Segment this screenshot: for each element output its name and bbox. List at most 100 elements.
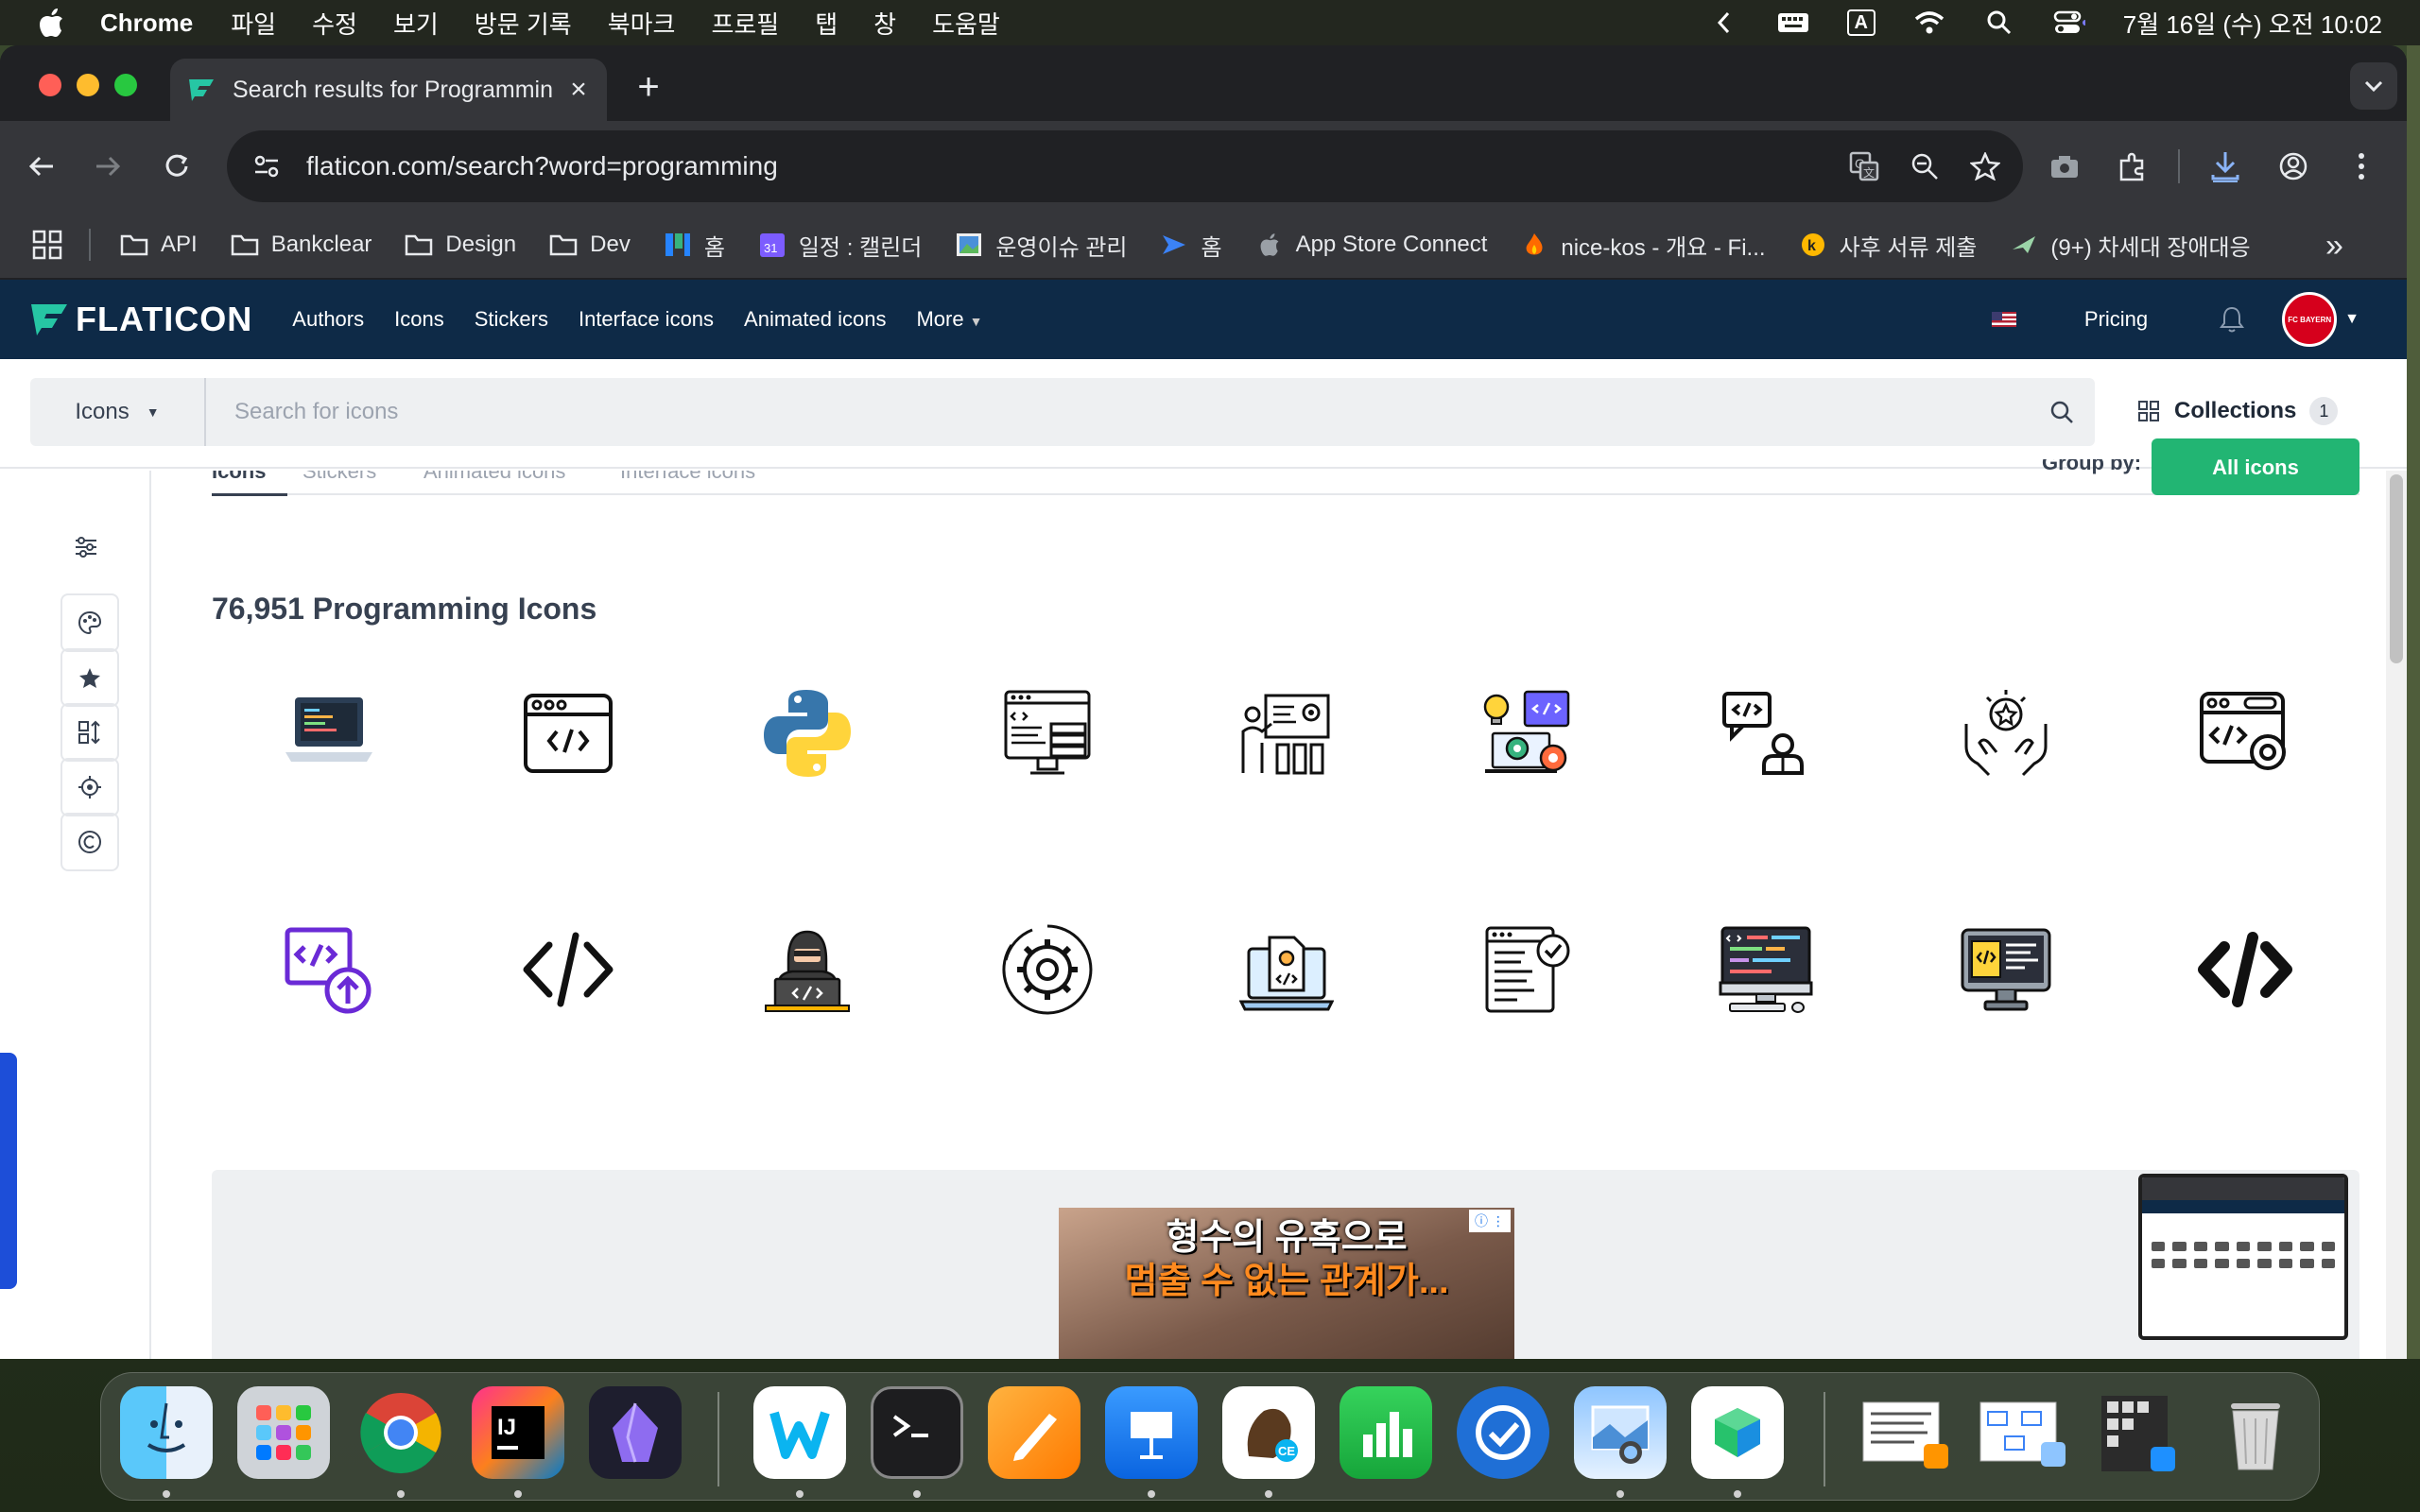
close-tab-icon[interactable]: × (567, 76, 590, 104)
bookmark-link[interactable]: k 사후 서류 제출 (1798, 229, 1977, 262)
download-icon[interactable] (2203, 144, 2248, 189)
menubar-clock[interactable]: 7월 16일 (수) 오전 10:02 (2123, 6, 2382, 41)
extensions-icon[interactable] (2110, 144, 2155, 189)
target-icon[interactable] (60, 758, 119, 816)
search-type-dropdown[interactable]: Icons ▼ (30, 378, 206, 446)
menu-bookmarks[interactable]: 북마크 (608, 6, 676, 41)
forward-button[interactable] (85, 144, 130, 189)
reload-button[interactable] (155, 144, 200, 189)
filters-icon[interactable] (72, 533, 100, 561)
page-scrollbar[interactable] (2386, 471, 2407, 1359)
filter-tab-animated[interactable]: Animated icons (424, 471, 565, 484)
close-window-button[interactable] (39, 74, 61, 96)
filter-tab-interface[interactable]: Interface icons (620, 471, 755, 484)
recent-document-icon[interactable] (1858, 1386, 1950, 1479)
result-icon-card[interactable] (272, 913, 386, 1026)
menu-edit[interactable]: 수정 (312, 6, 357, 41)
copyright-icon[interactable] (60, 813, 119, 871)
naver-box-icon[interactable] (1691, 1386, 1784, 1479)
bookmark-link[interactable]: (9+) 차세대 장애대응 (2009, 229, 2251, 262)
terminal-icon[interactable] (871, 1386, 963, 1479)
back-button[interactable] (19, 144, 64, 189)
app-name-menu[interactable]: Chrome (100, 9, 193, 38)
new-tab-button[interactable]: + (630, 68, 667, 106)
style-star-icon[interactable] (60, 648, 119, 707)
bookmark-link[interactable]: 홈 (663, 229, 725, 262)
address-bar[interactable]: flaticon.com/search?word=programming G文 (227, 130, 2023, 202)
bookmark-link[interactable]: 운영이슈 관리 (954, 229, 1127, 262)
result-icon-card[interactable] (1470, 913, 1583, 1026)
bookmark-link[interactable]: nice-kos - 개요 - Fi... (1519, 229, 1766, 262)
bookmark-star-icon[interactable] (1962, 144, 2008, 189)
menu-file[interactable]: 파일 (231, 6, 276, 41)
menu-history[interactable]: 방문 기록 (475, 6, 572, 41)
camera-icon[interactable] (2042, 144, 2087, 189)
sync-icon[interactable] (1457, 1386, 1549, 1479)
bookmark-folder[interactable]: Bankclear (230, 232, 372, 258)
downloads-stack-icon[interactable] (2092, 1386, 2185, 1479)
advertisement-banner[interactable]: 형수의 유혹으로 멈출 수 없는 관계가... ⓘ ⋮ (1059, 1208, 1514, 1359)
color-palette-icon[interactable] (60, 593, 119, 652)
tab-search-button[interactable] (2350, 62, 2397, 110)
filter-tab-icons[interactable]: Icons (212, 471, 266, 484)
more-bookmarks-icon[interactable]: » (2325, 229, 2360, 263)
keyboard-icon[interactable] (1777, 9, 1809, 37)
bookmark-folder[interactable]: Design (404, 232, 516, 258)
menu-tab[interactable]: 탭 (815, 6, 838, 41)
preview-icon[interactable] (1574, 1386, 1667, 1479)
recent-diagram-icon[interactable] (1975, 1386, 2067, 1479)
result-icon-card[interactable] (751, 677, 864, 790)
bookmark-link[interactable]: 홈 (1159, 229, 1222, 262)
result-icon-card[interactable] (751, 913, 864, 1026)
chrome-icon[interactable] (354, 1386, 447, 1479)
translate-icon[interactable]: G文 (1841, 144, 1887, 189)
bookmark-link[interactable]: 31 일정 : 캘린더 (757, 229, 922, 262)
side-panel-toggle[interactable] (0, 1053, 17, 1289)
spotlight-search-icon[interactable] (1983, 9, 2015, 37)
wifi-icon[interactable] (1913, 9, 1945, 37)
chevron-left-icon[interactable] (1707, 9, 1739, 37)
naver-whale-icon[interactable] (753, 1386, 846, 1479)
pages-icon[interactable] (988, 1386, 1080, 1479)
result-icon-card[interactable] (2188, 913, 2302, 1026)
result-icon-card[interactable] (1709, 677, 1823, 790)
result-icon-card[interactable] (991, 677, 1104, 790)
nav-stickers[interactable]: Stickers (475, 307, 548, 332)
numbers-icon[interactable] (1340, 1386, 1432, 1479)
url-text[interactable]: flaticon.com/search?word=programming (306, 151, 1841, 181)
apps-grid-icon[interactable] (32, 230, 62, 260)
nav-authors[interactable]: Authors (292, 307, 364, 332)
profile-icon[interactable] (2271, 144, 2316, 189)
result-icon-card[interactable] (511, 677, 625, 790)
result-icon-card[interactable] (1709, 913, 1823, 1026)
result-icon-card[interactable] (1470, 677, 1583, 790)
chrome-menu-icon[interactable] (2339, 144, 2384, 189)
nav-icons[interactable]: Icons (394, 307, 444, 332)
nav-more[interactable]: More ▼ (916, 307, 982, 332)
input-source-icon[interactable]: A (1846, 9, 1876, 36)
scrollbar-thumb[interactable] (2390, 474, 2403, 663)
tableplus-icon[interactable]: CE (1222, 1386, 1315, 1479)
minimize-window-button[interactable] (77, 74, 99, 96)
result-icon-card[interactable] (272, 677, 386, 790)
trash-icon[interactable] (2209, 1386, 2302, 1479)
intellij-icon[interactable]: IJ (472, 1386, 564, 1479)
ad-info-icon[interactable]: ⓘ ⋮ (1469, 1210, 1511, 1232)
result-icon-card[interactable] (2188, 677, 2302, 790)
control-center-icon[interactable] (2053, 9, 2085, 37)
menu-view[interactable]: 보기 (393, 6, 439, 41)
bookmark-link[interactable]: App Store Connect (1254, 232, 1487, 258)
result-icon-card[interactable] (1949, 677, 2063, 790)
obsidian-icon[interactable] (589, 1386, 682, 1479)
menu-profile[interactable]: 프로필 (711, 6, 779, 41)
tab-active[interactable]: Search results for Programming × (170, 59, 607, 121)
filter-tab-stickers[interactable]: Stickers (302, 471, 376, 484)
nav-animated-icons[interactable]: Animated icons (744, 307, 886, 332)
caret-down-icon[interactable]: ▼ (2344, 311, 2360, 328)
result-icon-card[interactable] (1230, 913, 1343, 1026)
bookmark-folder[interactable]: Dev (548, 232, 631, 258)
keynote-icon[interactable] (1105, 1386, 1198, 1479)
result-icon-card[interactable] (511, 913, 625, 1026)
search-icon[interactable] (2029, 378, 2095, 446)
flaticon-logo[interactable]: FLATICON (30, 300, 252, 339)
